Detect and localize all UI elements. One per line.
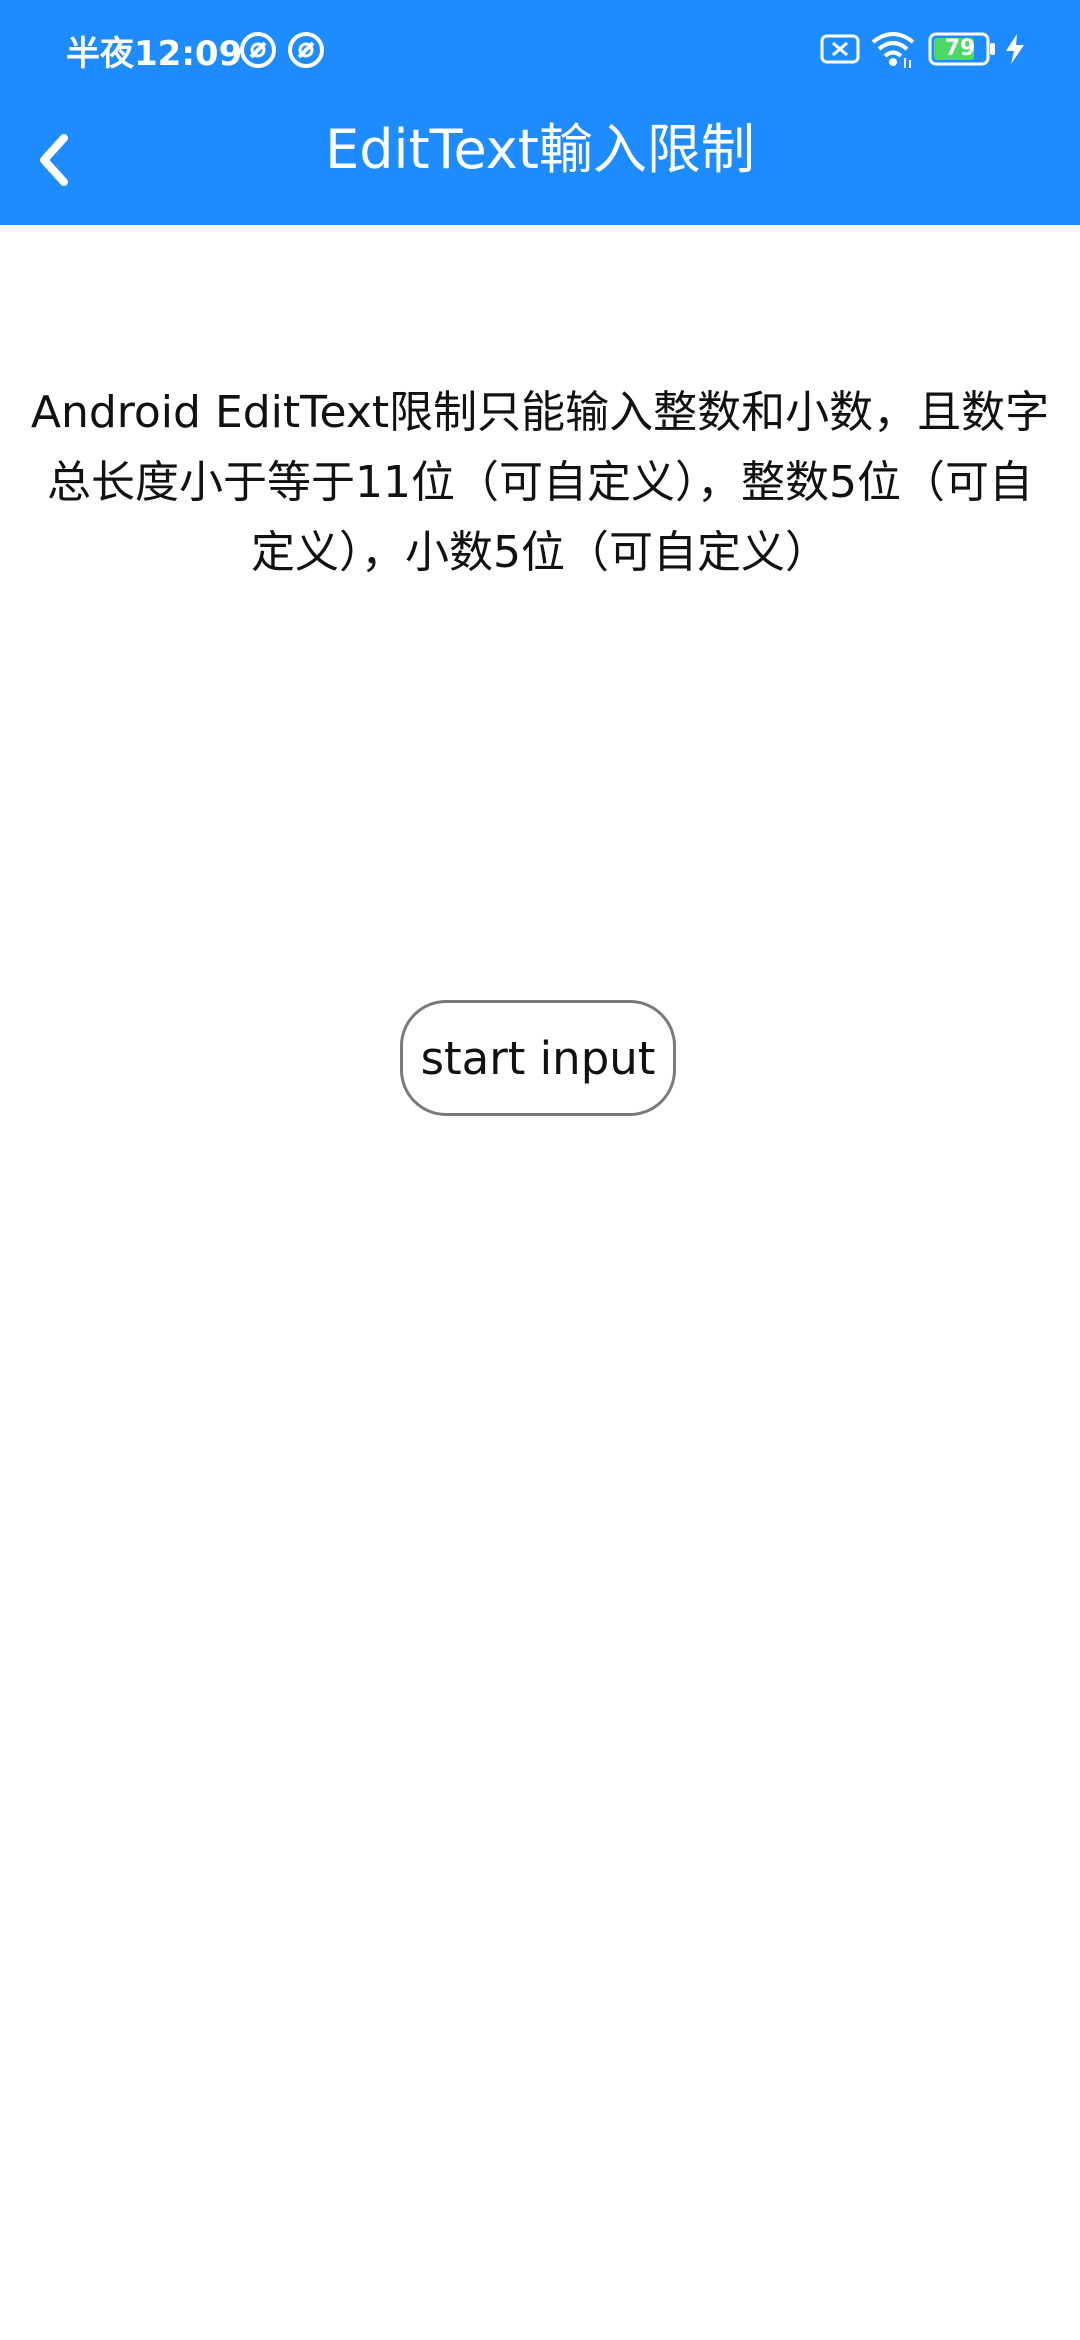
notification-icon: [240, 32, 276, 68]
app-bar: EditText輸入限制: [0, 100, 1080, 225]
status-bar: 半夜12:09 79: [0, 0, 1080, 100]
back-button[interactable]: [20, 120, 90, 200]
wifi-icon: [871, 32, 915, 68]
battery-level: 79: [944, 36, 976, 61]
chevron-left-icon: [40, 134, 68, 186]
sim-off-icon: [820, 34, 860, 64]
page-title: EditText輸入限制: [325, 118, 755, 181]
charging-icon: [1006, 34, 1024, 64]
app-screen: 半夜12:09 79 EditText輸入限制 Android EditText…: [0, 0, 1080, 2340]
notification-icon: [288, 32, 324, 68]
battery-icon: 79: [928, 32, 996, 66]
description-text: Android EditText限制只能输入整数和小数，且数字总长度小于等于11…: [30, 387, 1050, 578]
status-time: 半夜12:09: [66, 34, 243, 74]
header-background: 半夜12:09 79 EditText輸入限制: [0, 0, 1080, 225]
start-input-button[interactable]: start input: [400, 1000, 676, 1116]
